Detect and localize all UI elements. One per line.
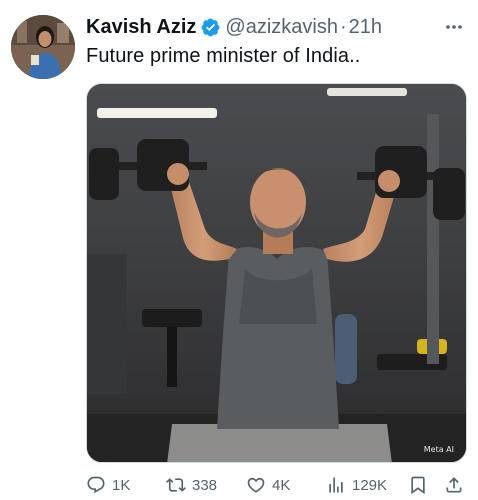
verified-badge-icon[interactable] xyxy=(200,17,221,38)
author-avatar[interactable] xyxy=(11,15,75,79)
reply-count: 1K xyxy=(112,476,131,494)
more-icon[interactable] xyxy=(444,19,464,35)
share-icon xyxy=(446,477,462,493)
like-count: 4K xyxy=(272,476,291,494)
tweet-action-bar: 1K 338 4K 129K xyxy=(86,472,470,498)
tweet-text: Future prime minister of India.. xyxy=(86,45,361,67)
views-button[interactable]: 129K xyxy=(326,472,387,498)
reply-button[interactable]: 1K xyxy=(86,472,130,498)
media-watermark: Meta AI xyxy=(423,445,454,454)
tweet[interactable]: Kavish Aziz @azizkavish · 21h Future pri… xyxy=(0,0,478,500)
share-button[interactable] xyxy=(444,472,470,498)
tweet-timestamp[interactable]: 21h xyxy=(349,16,382,39)
bookmark-icon xyxy=(411,476,425,495)
repost-count: 338 xyxy=(192,476,218,494)
author-handle[interactable]: @azizkavish xyxy=(225,16,338,39)
author-display-name[interactable]: Kavish Aziz xyxy=(86,16,196,39)
repost-icon xyxy=(166,478,186,492)
reply-icon xyxy=(87,476,105,494)
separator-dot: · xyxy=(339,15,347,38)
like-button[interactable]: 4K xyxy=(246,472,290,498)
repost-button[interactable]: 338 xyxy=(166,472,217,498)
tweet-header: Kavish Aziz @azizkavish · 21h xyxy=(86,13,464,41)
tweet-media-image[interactable]: Meta AI xyxy=(86,83,467,463)
like-icon xyxy=(247,477,265,493)
bookmark-button[interactable] xyxy=(408,472,434,498)
views-icon xyxy=(329,477,343,493)
views-count: 129K xyxy=(352,476,388,494)
